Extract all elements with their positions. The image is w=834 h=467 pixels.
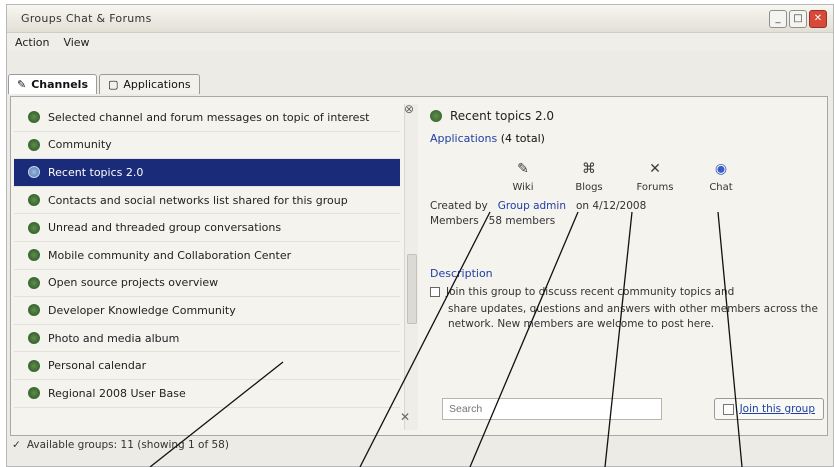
- app-label: Chat: [709, 182, 733, 193]
- app-blogs[interactable]: ⌘ Blogs: [562, 160, 616, 193]
- app-wiki[interactable]: ✎ Wiki: [496, 160, 550, 193]
- list-item[interactable]: Mobile community and Collaboration Cente…: [14, 242, 400, 270]
- list-item[interactable]: Personal calendar: [14, 352, 400, 380]
- app-label: Wiki: [512, 182, 534, 193]
- status-bar: ✓ Available groups: 11 (showing 1 of 58): [12, 436, 229, 454]
- list-item[interactable]: Regional 2008 User Base: [14, 380, 400, 408]
- status-text: Available groups: 11 (showing 1 of 58): [26, 439, 229, 451]
- list-item-label: Personal calendar: [48, 359, 147, 373]
- close-small-icon[interactable]: ✕: [400, 410, 410, 424]
- details-title: Recent topics 2.0: [450, 109, 555, 123]
- list-item[interactable]: Community: [14, 132, 400, 160]
- group-icon: [28, 304, 40, 317]
- section-header: Description: [430, 267, 493, 280]
- title-bar[interactable]: Groups Chat & Forums: [7, 5, 833, 33]
- members-row: Members 58 members: [430, 214, 826, 229]
- applications-link[interactable]: Applications: [430, 132, 497, 145]
- group-icon: [28, 166, 40, 179]
- app-chat[interactable]: ◉ Chat: [694, 160, 748, 193]
- description-text: share updates, questions and answers wit…: [448, 303, 818, 330]
- kv-key: Created by: [430, 200, 488, 212]
- join-label: Join this group: [739, 403, 815, 415]
- search-input[interactable]: [442, 398, 662, 420]
- app-icon-row: ✎ Wiki ⌘ Blogs ✕ Forums ◉ Chat: [496, 151, 826, 193]
- list-item-label: Recent topics 2.0: [48, 165, 144, 179]
- window-title: Groups Chat & Forums: [21, 12, 152, 25]
- list-item-label: Open source projects overview: [48, 276, 219, 290]
- menu-bar: Action View: [7, 33, 833, 51]
- forum-icon: ✕: [649, 161, 661, 177]
- list-item[interactable]: Unread and threaded group conversations: [14, 214, 400, 242]
- tab-label: Applications: [123, 78, 191, 91]
- group-icon: [28, 276, 40, 289]
- list-item[interactable]: Photo and media album: [14, 325, 400, 353]
- tab-channels[interactable]: ✎ Channels: [8, 74, 97, 94]
- window-controls: _ □ ✕: [769, 10, 827, 28]
- menu-view[interactable]: View: [63, 36, 89, 49]
- list-item[interactable]: Developer Knowledge Community: [14, 297, 400, 325]
- group-list: Selected channel and forum messages on t…: [14, 104, 400, 430]
- group-icon: [28, 221, 40, 234]
- group-icon: [28, 249, 40, 262]
- action-row: Join this group: [442, 398, 824, 420]
- app-label: Forums: [636, 182, 674, 193]
- channels-icon: ✎: [17, 78, 27, 91]
- join-icon: [722, 403, 734, 415]
- list-item-label: Contacts and social networks list shared…: [48, 193, 348, 207]
- tab-label: Channels: [31, 78, 88, 91]
- description-section: Description Join this group to discuss r…: [430, 267, 826, 332]
- details-pane: Recent topics 2.0 Applications (4 total)…: [430, 104, 826, 430]
- group-icon: [28, 111, 40, 124]
- chat-icon: ◉: [714, 161, 728, 177]
- list-scrollbar[interactable]: [404, 104, 418, 430]
- group-info: Created by Group admin on 4/12/2008 Memb…: [430, 199, 826, 229]
- group-icon: [28, 332, 40, 345]
- status-icon: ✓: [12, 439, 21, 451]
- description-line: Join this group to discuss recent commun…: [430, 286, 826, 298]
- list-item[interactable]: Contacts and social networks list shared…: [14, 187, 400, 215]
- tab-strip: ✎ Channels ▢ Applications: [8, 74, 200, 94]
- list-item-label: Unread and threaded group conversations: [48, 221, 282, 235]
- kv-value: on 4/12/2008: [576, 200, 647, 212]
- list-item-label: Mobile community and Collaboration Cente…: [48, 248, 292, 262]
- list-item-label: Photo and media album: [48, 331, 180, 345]
- group-icon: [28, 194, 40, 207]
- list-item[interactable]: Selected channel and forum messages on t…: [14, 104, 400, 132]
- blog-icon: ⌘: [582, 161, 596, 177]
- app-forums[interactable]: ✕ Forums: [628, 160, 682, 193]
- group-icon: [28, 387, 40, 400]
- list-item-label: Developer Knowledge Community: [48, 303, 236, 317]
- scrollbar-thumb[interactable]: [407, 254, 417, 324]
- list-item-label: Regional 2008 User Base: [48, 386, 186, 400]
- menu-action[interactable]: Action: [15, 36, 49, 49]
- group-icon: [28, 359, 40, 372]
- list-item-label: Community: [48, 138, 112, 152]
- minimize-button[interactable]: _: [769, 10, 787, 28]
- wiki-icon: ✎: [517, 161, 529, 177]
- app-count: (4 total): [500, 132, 545, 145]
- details-subtitle: Applications (4 total): [430, 132, 826, 145]
- list-item-label: Selected channel and forum messages on t…: [48, 110, 370, 124]
- description-lead: Join this group to discuss recent commun…: [446, 286, 735, 298]
- applications-icon: ▢: [108, 78, 119, 91]
- app-label: Blogs: [575, 182, 603, 193]
- checkbox[interactable]: [430, 287, 440, 297]
- group-icon: [28, 138, 40, 151]
- group-icon: [430, 110, 442, 122]
- created-row: Created by Group admin on 4/12/2008: [430, 199, 826, 214]
- pin-icon[interactable]: ⊗: [404, 102, 414, 116]
- details-header: Recent topics 2.0: [430, 104, 826, 128]
- join-group-button[interactable]: Join this group: [713, 398, 824, 420]
- close-button[interactable]: ✕: [809, 10, 827, 28]
- maximize-button[interactable]: □: [789, 10, 807, 28]
- kv-key: Members: [430, 215, 479, 227]
- kv-value: 58 members: [488, 215, 556, 227]
- tab-applications[interactable]: ▢ Applications: [99, 74, 200, 94]
- list-item-selected[interactable]: Recent topics 2.0: [14, 159, 400, 187]
- creator-link[interactable]: Group admin: [498, 199, 566, 214]
- list-item[interactable]: Open source projects overview: [14, 270, 400, 298]
